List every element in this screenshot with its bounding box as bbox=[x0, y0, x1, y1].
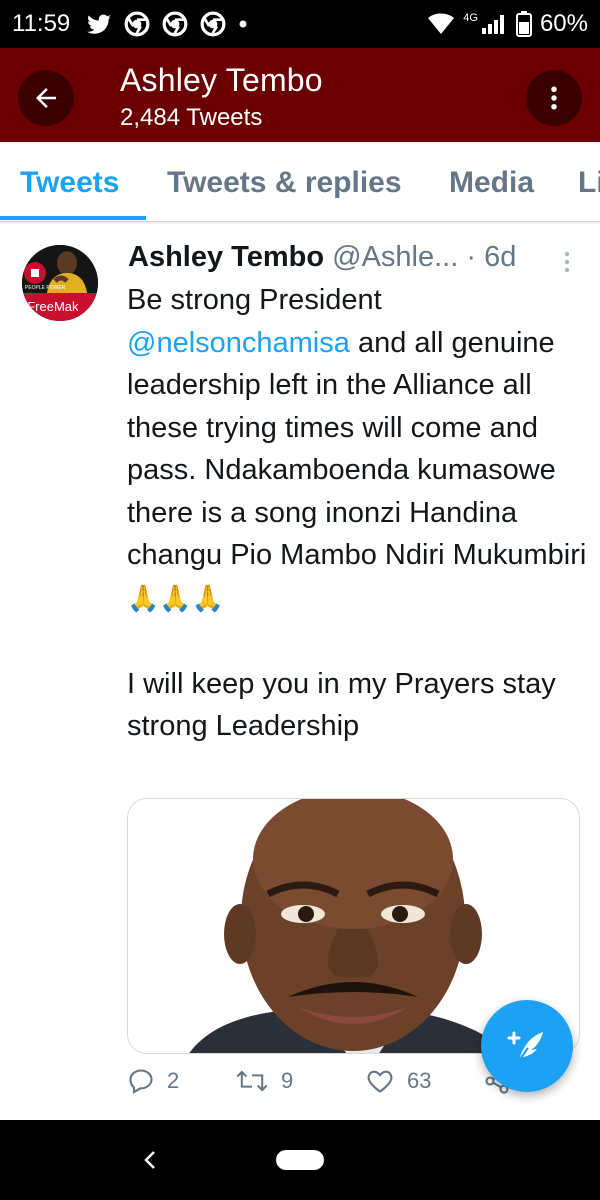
tweet-card[interactable]: PEOPLE POWER #FreeMak Ashley Tembo @Ashl… bbox=[0, 225, 600, 1120]
wifi-icon bbox=[428, 13, 455, 34]
battery-icon bbox=[515, 11, 532, 37]
tweet-text: Be strong President @nelsonchamisa and a… bbox=[127, 279, 587, 748]
back-button[interactable] bbox=[18, 70, 74, 126]
author-name[interactable]: Ashley Tembo bbox=[128, 241, 324, 273]
mention-link[interactable]: @nelsonchamisa bbox=[127, 327, 350, 359]
reply-action[interactable]: 2 bbox=[127, 1067, 179, 1095]
retweet-icon bbox=[236, 1070, 268, 1092]
author-handle[interactable]: @Ashle... bbox=[332, 241, 458, 273]
twitter-icon bbox=[87, 14, 112, 34]
profile-tabs: Tweets Tweets & replies Media Li bbox=[0, 142, 600, 222]
active-tab-indicator bbox=[0, 216, 146, 220]
retweet-action[interactable]: 9 bbox=[235, 1067, 293, 1095]
arrow-left-icon bbox=[36, 88, 56, 108]
tweet-text-paragraph: I will keep you in my Prayers stay stron… bbox=[127, 667, 556, 743]
tab-tweets-replies[interactable]: Tweets & replies bbox=[167, 166, 402, 200]
avatar-badge: PEOPLE POWER bbox=[25, 285, 66, 291]
retweet-count: 9 bbox=[281, 1068, 294, 1093]
system-back-icon[interactable] bbox=[140, 1148, 160, 1172]
tab-media[interactable]: Media bbox=[449, 166, 534, 200]
tweet-menu-icon[interactable] bbox=[552, 247, 582, 277]
tab-likes[interactable]: Li bbox=[578, 166, 600, 200]
tab-tweets[interactable]: Tweets bbox=[20, 166, 119, 200]
chrome-icon bbox=[124, 11, 150, 37]
reply-count: 2 bbox=[167, 1068, 180, 1093]
more-options-button[interactable] bbox=[526, 70, 582, 126]
status-bar: 11:59 4G 60% bbox=[0, 0, 600, 48]
dot-icon bbox=[239, 20, 247, 28]
praying-hands-emoji: 🙏🙏🙏 bbox=[127, 583, 225, 614]
tweet-time: 6d bbox=[484, 241, 517, 273]
status-time: 11:59 bbox=[12, 10, 71, 37]
signal-icon bbox=[481, 15, 504, 34]
system-home-pill[interactable] bbox=[276, 1150, 324, 1170]
avatar[interactable]: PEOPLE POWER #FreeMak bbox=[22, 245, 98, 321]
like-count: 63 bbox=[407, 1068, 432, 1093]
system-status: 4G 60% bbox=[427, 10, 588, 38]
chrome-icon bbox=[162, 11, 188, 37]
compose-tweet-button[interactable] bbox=[481, 1000, 573, 1092]
like-action[interactable]: 63 bbox=[365, 1067, 431, 1095]
profile-name: Ashley Tembo bbox=[120, 62, 323, 98]
network-type: 4G bbox=[463, 12, 478, 24]
time-separator: · bbox=[466, 241, 477, 273]
battery-percent: 60% bbox=[539, 10, 588, 37]
profile-header: Ashley Tembo 2,484 Tweets bbox=[0, 48, 600, 142]
heart-icon bbox=[367, 1070, 393, 1093]
tweet-header: Ashley Tembo @Ashle... · 6d bbox=[128, 241, 588, 281]
avatar-hashtag: #FreeMak bbox=[22, 299, 79, 314]
notification-icons bbox=[86, 11, 248, 37]
tweet-count: 2,484 Tweets bbox=[120, 104, 263, 131]
chrome-icon bbox=[200, 11, 226, 37]
more-vertical-icon bbox=[551, 86, 557, 110]
reply-icon bbox=[129, 1069, 153, 1094]
avatar-image: PEOPLE POWER #FreeMak bbox=[22, 245, 98, 321]
tweet-text-part: Be strong President bbox=[127, 284, 382, 316]
compose-feather-icon bbox=[507, 1031, 543, 1063]
system-navigation-bar bbox=[0, 1120, 600, 1200]
tweet-text-part: and all genuine leadership left in the A… bbox=[127, 326, 587, 572]
